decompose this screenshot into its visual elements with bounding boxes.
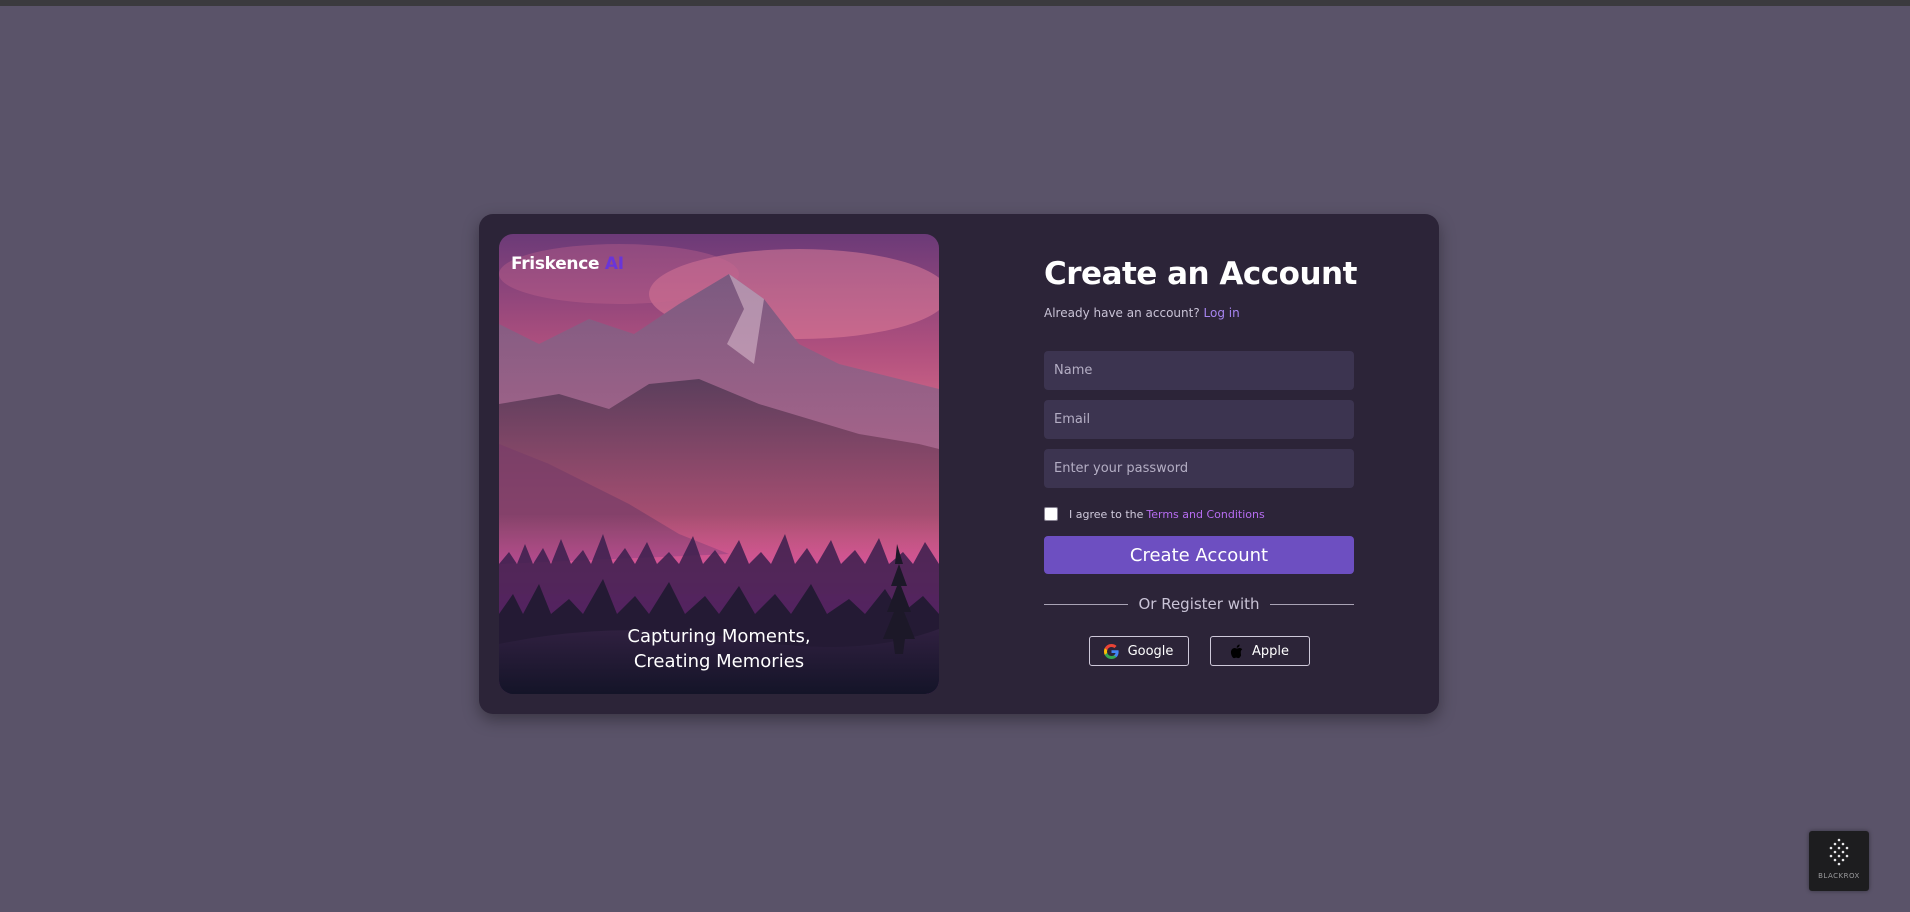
agree-text: I agree to the xyxy=(1069,507,1144,521)
already-have-account-text: Already have an account? xyxy=(1044,306,1200,320)
social-buttons: Google Apple xyxy=(1044,636,1354,666)
hero-image-panel: Friskence AI Capturing Moments, Creating… xyxy=(499,234,939,694)
email-input[interactable] xyxy=(1044,400,1354,439)
blackrox-label: BLACKROX xyxy=(1818,872,1860,880)
login-prompt: Already have an account? Log in xyxy=(1044,306,1354,320)
signup-card: Friskence AI Capturing Moments, Creating… xyxy=(479,214,1439,714)
hero-tagline: Capturing Moments, Creating Memories xyxy=(499,624,939,674)
apple-button[interactable]: Apple xyxy=(1209,636,1310,666)
signup-form: Create an Account Already have an accoun… xyxy=(1044,254,1357,666)
tagline-line-2: Creating Memories xyxy=(633,651,805,672)
name-input[interactable] xyxy=(1044,351,1354,390)
browser-top-strip xyxy=(0,0,1910,6)
google-logo-icon xyxy=(1103,643,1119,659)
divider-line-left xyxy=(1044,603,1129,605)
brand-logo: Friskence AI xyxy=(511,254,624,274)
blackrox-logo-icon xyxy=(1829,838,1849,866)
page-title: Create an Account xyxy=(1044,256,1357,292)
divider-line-right xyxy=(1269,603,1354,605)
apple-logo-icon xyxy=(1230,644,1243,658)
blackrox-widget[interactable]: BLACKROX xyxy=(1809,831,1869,891)
password-input[interactable] xyxy=(1044,449,1354,488)
google-button[interactable]: Google xyxy=(1088,636,1189,666)
google-label: Google xyxy=(1127,643,1174,659)
divider-text: Or Register with xyxy=(1138,595,1260,613)
terms-link[interactable]: Terms and Conditions xyxy=(1146,508,1264,521)
brand-name: Friskence xyxy=(511,254,600,274)
apple-label: Apple xyxy=(1251,643,1289,659)
login-link[interactable]: Log in xyxy=(1204,306,1240,320)
brand-ai-suffix: AI xyxy=(604,254,624,274)
tagline-line-1: Capturing Moments, xyxy=(627,626,811,647)
create-account-button[interactable]: Create Account xyxy=(1044,536,1354,574)
register-divider: Or Register with xyxy=(1044,595,1354,613)
terms-agreement: I agree to the Terms and Conditions xyxy=(1044,506,1354,522)
terms-checkbox[interactable] xyxy=(1044,507,1058,521)
